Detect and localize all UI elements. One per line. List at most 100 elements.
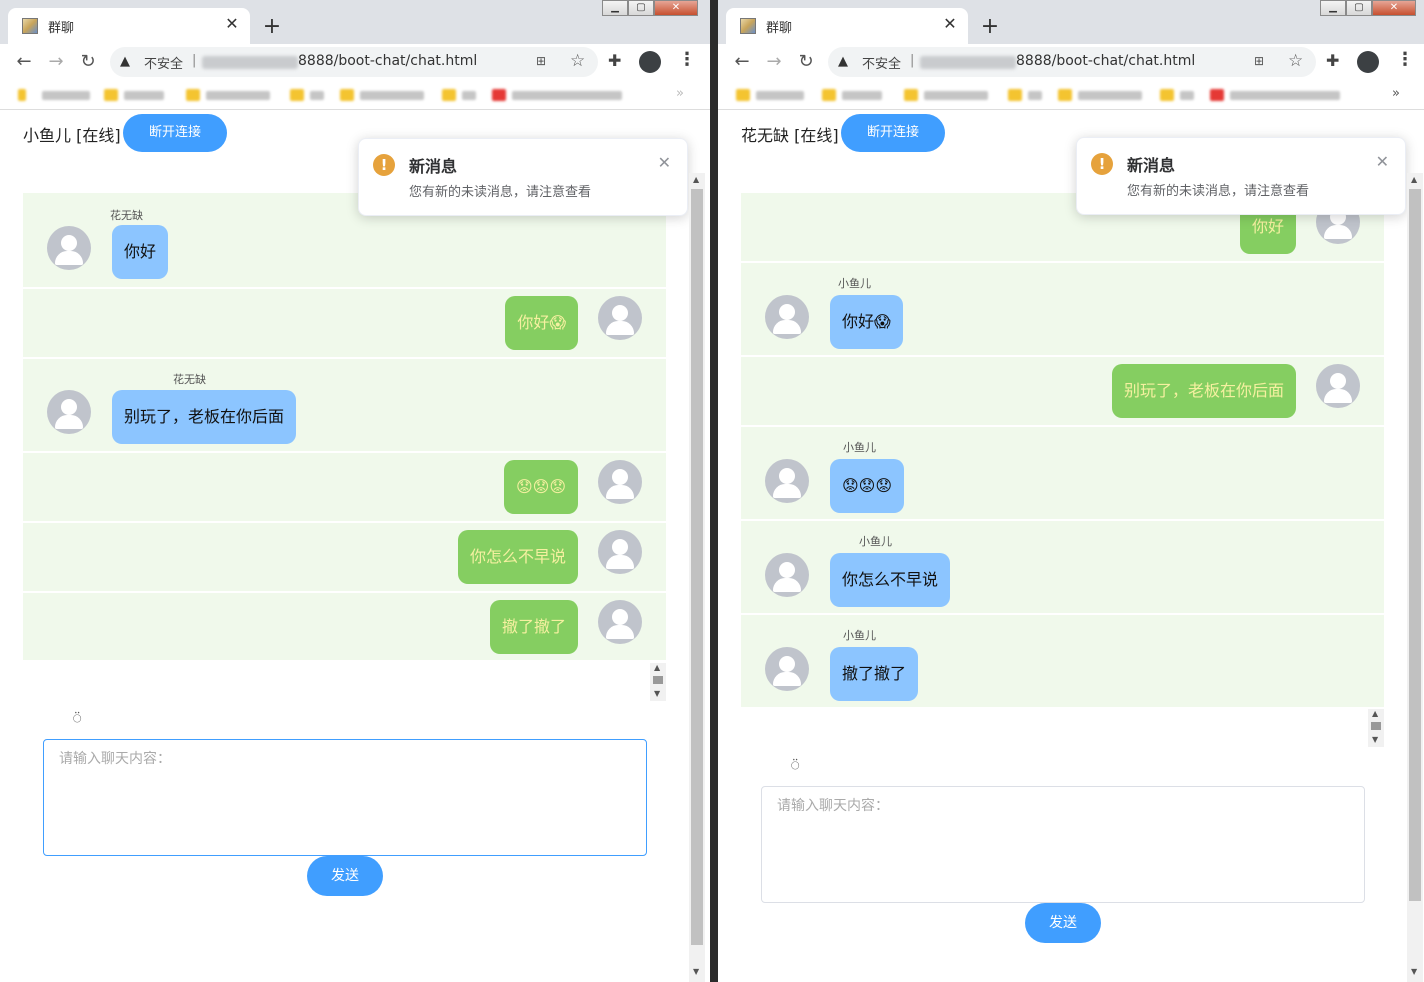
disconnect-button[interactable]: 断开连接 [841, 114, 945, 152]
forward-arrow-icon[interactable]: → [44, 50, 68, 74]
address-bar[interactable]: ▲ 不安全 | 8888/boot-chat/chat.html ⊞ ☆ [110, 47, 598, 77]
scroll-down-arrow-icon[interactable]: ▼ [1372, 735, 1378, 744]
bookmark-item[interactable] [904, 88, 988, 102]
sender-name: 小鱼儿 [859, 535, 892, 548]
address-bar[interactable]: ▲ 不安全 | 8888/boot-chat/chat.html ⊞ ☆ [828, 47, 1316, 77]
bookmark-item[interactable] [18, 88, 32, 102]
maximize-button[interactable]: ▢ [1346, 0, 1372, 16]
scroll-down-arrow-icon[interactable]: ▼ [1411, 967, 1417, 976]
user-avatar-icon [765, 459, 809, 503]
extensions-puzzle-icon[interactable]: ✚ [1326, 51, 1339, 70]
scroll-up-arrow-icon[interactable]: ▲ [693, 175, 699, 184]
bookmark-item[interactable] [1160, 88, 1194, 102]
page-scrollbar[interactable]: ▲ ▼ [1407, 173, 1423, 982]
warning-triangle-icon: ▲ [120, 54, 130, 69]
message-row: 别玩了，老板在你后面 [741, 355, 1384, 425]
browser-tab[interactable]: 群聊 ✕ [726, 8, 968, 44]
message-row: 小鱼儿 你怎么不早说 [741, 519, 1384, 613]
user-avatar-icon [765, 553, 809, 597]
bookmarks-bar: » [718, 80, 1424, 110]
send-button[interactable]: 发送 [307, 856, 383, 896]
translate-icon[interactable]: ⊞ [536, 54, 546, 68]
bookmarks-overflow-icon[interactable]: » [676, 86, 684, 101]
new-message-notification: ! 新消息 您有新的未读消息，请注意查看 ✕ [1076, 137, 1406, 215]
user-avatar-icon [1316, 364, 1360, 408]
scroll-up-arrow-icon[interactable]: ▲ [1372, 709, 1378, 718]
message-row: 花无缺 别玩了，老板在你后面 [23, 357, 666, 451]
window-close-button[interactable]: ✕ [654, 0, 698, 16]
blurred-host [202, 56, 298, 69]
user-avatar-icon [598, 460, 642, 504]
tab-bar: 群聊 ✕ + ▁ ▢ ✕ [0, 0, 710, 44]
chat-input-field[interactable]: 请输入聊天内容： [761, 786, 1365, 903]
chat-message-list[interactable]: 你好 小鱼儿 你好😱 别玩了，老板在你后面 小鱼儿 😟😟😟 小鱼儿 你怎么不早说 [741, 193, 1384, 707]
window-close-button[interactable]: ✕ [1372, 0, 1416, 16]
forward-arrow-icon[interactable]: → [762, 50, 786, 74]
bookmark-star-icon[interactable]: ☆ [570, 51, 585, 71]
bookmark-item[interactable] [340, 88, 424, 102]
scroll-up-arrow-icon[interactable]: ▲ [654, 663, 660, 672]
bookmark-item[interactable] [42, 88, 90, 102]
message-bubble-incoming: 别玩了，老板在你后面 [112, 390, 297, 444]
chat-page: 花无缺 [在线] 断开连接 你好 小鱼儿 你好😱 别玩了，老板在你后面 小鱼儿 … [718, 111, 1424, 982]
window-controls: ▁ ▢ ✕ [1320, 0, 1416, 16]
bookmarks-overflow-icon[interactable]: » [1392, 86, 1400, 101]
bookmark-item[interactable] [492, 88, 622, 102]
chat-input-field[interactable]: 请输入聊天内容： [43, 739, 647, 856]
user-avatar-icon [47, 390, 91, 434]
extensions-puzzle-icon[interactable]: ✚ [608, 51, 621, 70]
minimize-button[interactable]: ▁ [1320, 0, 1346, 16]
scroll-down-arrow-icon[interactable]: ▼ [693, 967, 699, 976]
minimize-button[interactable]: ▁ [602, 0, 628, 16]
bookmark-item[interactable] [1008, 88, 1042, 102]
tab-close-icon[interactable]: ✕ [222, 14, 242, 34]
scroll-up-arrow-icon[interactable]: ▲ [1411, 175, 1417, 184]
reload-icon[interactable]: ↻ [76, 50, 100, 74]
page-scrollbar[interactable]: ▲ ▼ [689, 173, 705, 982]
maximize-button[interactable]: ▢ [628, 0, 654, 16]
bookmark-item[interactable] [186, 88, 270, 102]
notification-close-icon[interactable]: ✕ [658, 153, 671, 172]
chat-list-scrollbar[interactable]: ▲ ▼ [650, 663, 666, 701]
bookmark-item[interactable] [290, 88, 324, 102]
bookmark-item[interactable] [822, 88, 882, 102]
notification-close-icon[interactable]: ✕ [1376, 152, 1389, 171]
new-tab-button[interactable]: + [258, 14, 286, 42]
bookmark-item[interactable] [104, 88, 164, 102]
message-row: 😟😟😟 [23, 451, 666, 521]
browser-tab[interactable]: 群聊 ✕ [8, 8, 250, 44]
message-row: 撤了撤了 [23, 591, 666, 660]
sender-name: 花无缺 [173, 373, 206, 386]
emoji-apple-icon[interactable]: ⍥ [791, 758, 799, 774]
send-button[interactable]: 发送 [1025, 903, 1101, 943]
message-bubble-outgoing: 😟😟😟 [503, 460, 578, 514]
profile-avatar-icon[interactable] [639, 51, 661, 73]
bookmark-item[interactable] [1210, 88, 1340, 102]
bookmark-item[interactable] [442, 88, 476, 102]
security-label: 不安全 [862, 57, 902, 72]
bookmark-item[interactable] [736, 88, 804, 102]
tab-close-icon[interactable]: ✕ [940, 14, 960, 34]
reload-icon[interactable]: ↻ [794, 50, 818, 74]
url-text: 8888/boot-chat/chat.html [1016, 53, 1196, 69]
disconnect-button[interactable]: 断开连接 [123, 114, 227, 152]
warning-icon: ! [1091, 153, 1113, 175]
sender-name: 小鱼儿 [843, 629, 876, 642]
back-arrow-icon[interactable]: ← [730, 50, 754, 74]
chat-message-list[interactable]: 花无缺 你好 你好😱 花无缺 别玩了，老板在你后面 😟😟😟 你怎么不早说 撤了撤… [23, 193, 666, 660]
user-avatar-icon [765, 295, 809, 339]
message-bubble-outgoing: 你怎么不早说 [457, 530, 578, 584]
bookmarks-bar: » [0, 80, 710, 110]
bookmark-star-icon[interactable]: ☆ [1288, 51, 1303, 71]
menu-kebab-icon[interactable]: ⋮ [678, 49, 696, 70]
emoji-apple-icon[interactable]: ⍥ [73, 711, 81, 727]
bookmark-item[interactable] [1058, 88, 1142, 102]
profile-avatar-icon[interactable] [1357, 51, 1379, 73]
translate-icon[interactable]: ⊞ [1254, 54, 1264, 68]
menu-kebab-icon[interactable]: ⋮ [1396, 49, 1414, 70]
page-favicon-icon [740, 18, 756, 34]
scroll-down-arrow-icon[interactable]: ▼ [654, 689, 660, 698]
chat-list-scrollbar[interactable]: ▲ ▼ [1368, 709, 1384, 747]
back-arrow-icon[interactable]: ← [12, 50, 36, 74]
new-tab-button[interactable]: + [976, 14, 1004, 42]
